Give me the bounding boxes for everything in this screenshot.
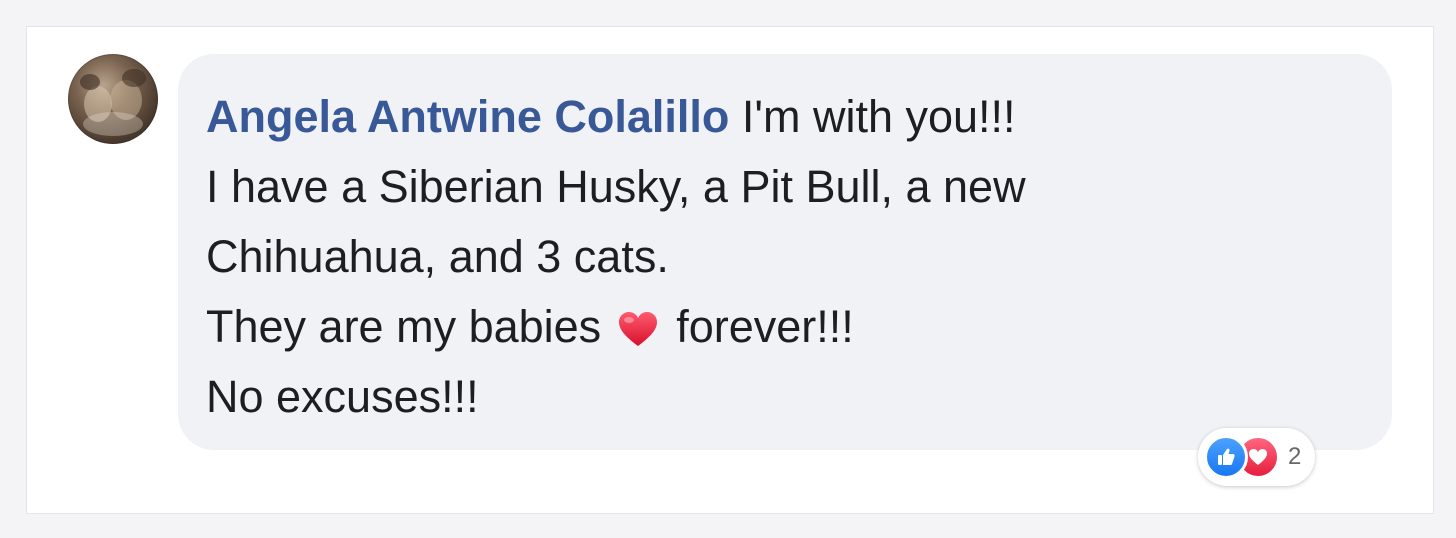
comment-bubble: Angela Antwine Colalillo I'm with you!!!… <box>178 54 1392 450</box>
avatar[interactable] <box>68 54 158 144</box>
avatar-photo <box>80 69 146 136</box>
comment-line-4: They are my babies forever!!! <box>206 292 1362 362</box>
comment-line-3: Chihuahua, and 3 cats. <box>206 231 669 282</box>
comment-line-5: No excuses!!! <box>206 371 479 422</box>
comment-text: forever!!! <box>676 301 854 352</box>
author-name-link[interactable]: Angela Antwine Colalillo <box>206 91 729 142</box>
like-icon <box>1204 435 1248 479</box>
reaction-count: 2 <box>1288 443 1302 470</box>
reactions-summary[interactable]: 2 <box>1198 428 1316 486</box>
comment-line-2: I have a Siberian Husky, a Pit Bull, a n… <box>206 161 1026 212</box>
comment-line-1: Angela Antwine Colalillo I'm with you!!! <box>206 82 1362 152</box>
comment-text: I'm with you!!! <box>741 91 1016 142</box>
comment-text: They are my babies <box>206 301 602 352</box>
heart-emoji-icon <box>616 300 660 346</box>
